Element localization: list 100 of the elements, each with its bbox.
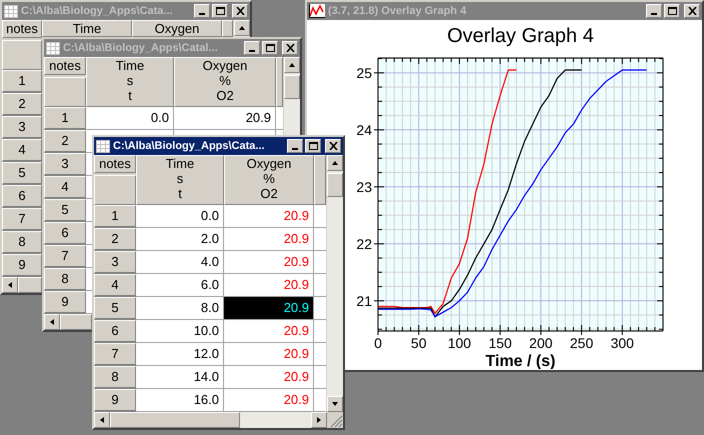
column-header[interactable]: Time (42, 20, 132, 37)
row-header[interactable]: 9 (44, 291, 86, 314)
row-header[interactable]: 5 (2, 162, 42, 185)
tick-label: 0 (374, 335, 382, 351)
maximize-button[interactable] (664, 4, 680, 18)
scroll-up-button[interactable] (327, 155, 343, 171)
row-header[interactable]: 1 (2, 70, 42, 93)
row-header[interactable]: 8 (2, 231, 42, 254)
vertical-scrollbar[interactable] (326, 155, 343, 412)
window-title: C:\Alba\Biology_Apps\Cata... (113, 140, 266, 152)
maximize-button[interactable] (212, 4, 228, 18)
row-header[interactable]: 1 (94, 205, 136, 228)
tick-label: 200 (529, 335, 553, 351)
header-text: Time (116, 58, 144, 73)
horizontal-scrollbar[interactable] (94, 412, 343, 428)
table-cell-text: 20.9 (284, 253, 309, 272)
scrollbar-thumb[interactable] (284, 75, 300, 99)
scroll-down-button[interactable] (327, 396, 343, 412)
row-header[interactable]: 6 (44, 222, 86, 245)
axis-title: Time / (s) (486, 353, 556, 369)
row-header[interactable]: 3 (44, 153, 86, 176)
left-arrow-icon (99, 416, 105, 424)
minimize-button[interactable] (287, 139, 303, 153)
table-cell-text: 2.0 (200, 230, 219, 248)
scroll-up-button[interactable] (234, 20, 250, 36)
row-header[interactable]: 5 (44, 199, 86, 222)
notes-header: notes (94, 155, 136, 173)
minimize-button[interactable] (244, 41, 260, 55)
table-cell-text: 0.0 (200, 207, 219, 226)
scroll-left-button[interactable] (94, 412, 110, 428)
scroll-up-button[interactable] (284, 57, 300, 73)
left-arrow-icon (49, 318, 55, 326)
header-text: % (219, 73, 231, 88)
header-text: t (128, 88, 132, 103)
tick-label: 24 (356, 122, 372, 138)
header-text: % (263, 171, 275, 186)
column-header[interactable]: Oxygen (132, 20, 222, 37)
scroll-left-button[interactable] (44, 314, 60, 330)
maximize-button[interactable] (262, 41, 278, 55)
row-header[interactable]: 7 (2, 208, 42, 231)
header-text: s (126, 73, 134, 88)
table-cell-text: 10.0 (194, 322, 219, 340)
maximize-button[interactable] (305, 139, 321, 153)
scroll-left-button[interactable] (2, 277, 18, 293)
row-header[interactable]: 4 (44, 176, 86, 199)
table-cell-text: 20.9 (284, 299, 309, 318)
scrollbar-thumb[interactable] (18, 277, 42, 293)
row-header[interactable]: 3 (2, 116, 42, 139)
close-button[interactable] (684, 4, 700, 18)
header-text: t (178, 186, 182, 201)
down-arrow-icon (331, 401, 339, 407)
column-header[interactable]: Time s t (136, 155, 224, 205)
row-header[interactable]: 4 (2, 139, 42, 162)
close-icon (236, 7, 244, 15)
row-header[interactable]: 9 (2, 254, 42, 277)
header-text: Oxygen (154, 21, 200, 36)
row-header[interactable]: 2 (2, 93, 42, 116)
row-header[interactable]: 7 (94, 343, 136, 366)
scrollbar-thumb[interactable] (60, 314, 92, 330)
row-header[interactable]: 2 (94, 228, 136, 251)
table-cell-text: 20.9 (284, 322, 309, 340)
row-header[interactable]: 8 (94, 366, 136, 389)
tick-label: 150 (488, 335, 512, 351)
close-button[interactable] (232, 4, 248, 18)
row-header[interactable]: 2 (44, 130, 86, 153)
header-text: O2 (260, 186, 278, 201)
scroll-right-button[interactable] (311, 412, 327, 428)
close-button[interactable] (325, 139, 341, 153)
close-icon (286, 44, 294, 52)
notes-header: notes (2, 20, 42, 38)
row-header[interactable]: 1 (44, 107, 86, 130)
row-header[interactable]: 5 (94, 297, 136, 320)
header-text: O2 (216, 88, 234, 103)
row-header[interactable]: 9 (94, 389, 136, 412)
column-header[interactable]: Time s t (86, 57, 174, 107)
close-button[interactable] (282, 41, 298, 55)
row-header[interactable]: 4 (94, 274, 136, 297)
row-header[interactable]: 8 (44, 268, 86, 291)
up-arrow-icon (238, 25, 246, 31)
row-header[interactable]: 7 (44, 245, 86, 268)
minimize-button[interactable] (646, 4, 662, 18)
grid-icon (46, 42, 60, 54)
up-arrow-icon (288, 62, 296, 68)
scrollbar-thumb[interactable] (327, 173, 343, 197)
table-cell-text: 20.9 (284, 276, 309, 294)
tick-label: 50 (410, 335, 426, 351)
table-cell-text: 20.9 (284, 345, 309, 364)
column-header[interactable]: Oxygen % O2 (174, 57, 276, 107)
minimize-button[interactable] (194, 4, 210, 18)
scrollbar-thumb[interactable] (110, 412, 240, 428)
header-text: Time (72, 21, 102, 36)
tick-label: 23 (356, 178, 372, 195)
row-header[interactable]: 3 (94, 251, 136, 274)
row-header[interactable]: 6 (2, 185, 42, 208)
maximize-icon (216, 7, 224, 15)
tick-label: 100 (448, 335, 472, 351)
column-header[interactable]: Oxygen % O2 (224, 155, 314, 205)
row-header[interactable]: 6 (94, 320, 136, 343)
table-cell-text: 20.9 (284, 391, 309, 410)
chart-title: Overlay Graph 4 (447, 25, 594, 47)
